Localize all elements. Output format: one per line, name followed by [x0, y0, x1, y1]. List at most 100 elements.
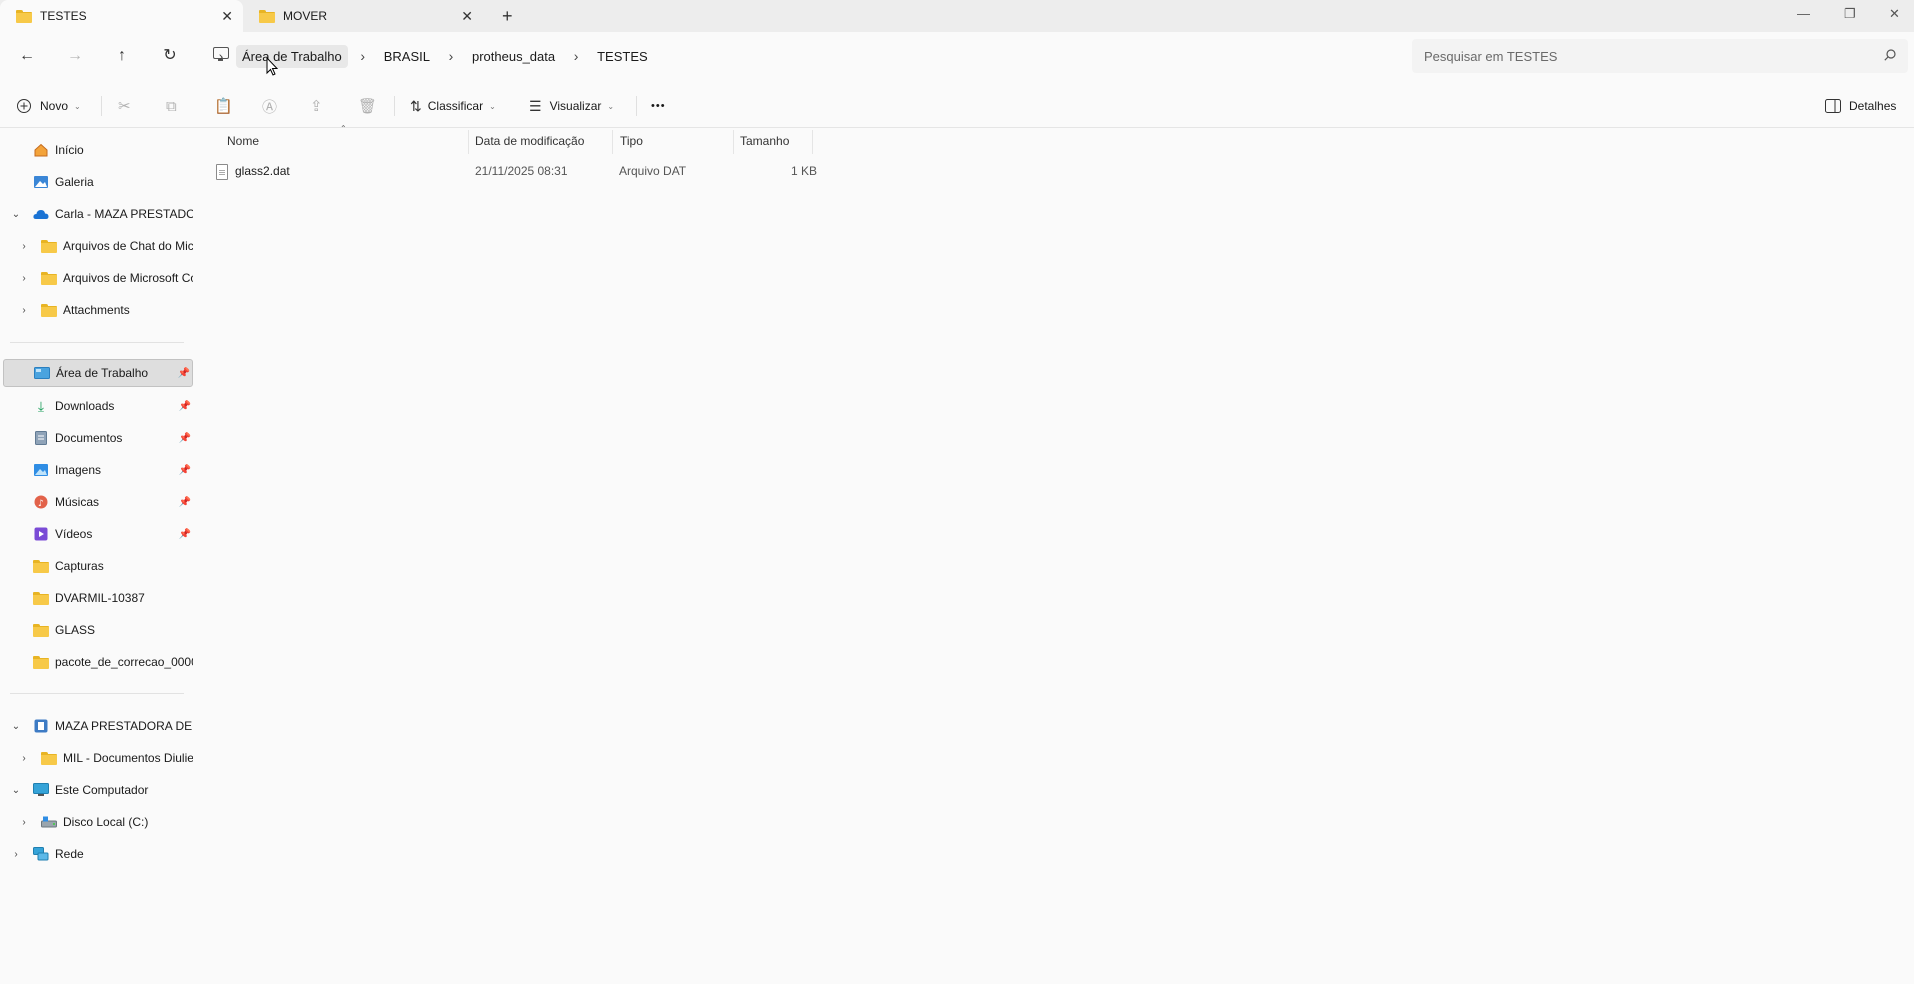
sidebar-item-dvarmil[interactable]: DVARMIL-10387 [0, 584, 193, 612]
chevron-down-icon: ⌄ [607, 101, 615, 111]
column-header-name[interactable]: Nome [212, 128, 468, 154]
chevron-right-icon[interactable]: › [18, 241, 30, 252]
sidebar-item-label: Arquivos de Microsoft Co [63, 271, 193, 285]
folder-icon [33, 623, 49, 637]
chevron-down-icon[interactable]: ⌄ [10, 721, 22, 732]
search-input[interactable] [1424, 48, 1864, 64]
new-tab-button[interactable]: + [502, 6, 513, 27]
column-divider[interactable] [812, 130, 813, 154]
back-button[interactable]: ← [15, 44, 39, 68]
divider [394, 96, 395, 116]
sidebar-item-label: Área de Trabalho [56, 366, 149, 380]
close-tab-icon[interactable]: ✕ [461, 8, 473, 25]
folder-icon [16, 10, 32, 23]
up-button[interactable]: ↑ [110, 44, 134, 68]
view-button[interactable]: ☰ Visualizar ⌄ [529, 94, 614, 118]
close-window-icon[interactable]: ✕ [1889, 6, 1900, 22]
sidebar-item-onedrive[interactable]: ⌄ Carla - MAZA PRESTADOR [0, 200, 193, 228]
chevron-right-icon[interactable]: › [442, 48, 460, 64]
tab-testes[interactable]: TESTES ✕ [0, 0, 243, 32]
chevron-right-icon[interactable]: › [18, 305, 30, 316]
file-row[interactable]: glass2.dat 21/11/2025 08:31 Arquivo DAT … [212, 158, 817, 184]
sidebar-item-este-computador[interactable]: ⌄ Este Computador [0, 776, 193, 804]
chevron-right-icon[interactable]: › [10, 849, 22, 860]
details-button[interactable]: Detalhes [1825, 94, 1896, 118]
tab-mover[interactable]: MOVER ✕ [243, 0, 483, 32]
sidebar-item-folder[interactable]: › Arquivos de Chat do Mic [0, 232, 193, 260]
add-circle-icon [17, 99, 31, 113]
folder-icon [41, 271, 57, 285]
sidebar-item-disco-local[interactable]: › Disco Local (C:) [0, 808, 193, 836]
minimize-icon[interactable]: — [1797, 6, 1810, 21]
forward-button[interactable]: → [63, 44, 87, 68]
refresh-button[interactable]: ↻ [158, 44, 182, 68]
sidebar-item-glass[interactable]: GLASS [0, 616, 193, 644]
videos-icon [33, 527, 49, 541]
chevron-down-icon[interactable]: ⌄ [10, 785, 22, 796]
pin-icon[interactable]: 📌 [178, 368, 190, 379]
share-icon[interactable]: ⇪ [310, 94, 330, 118]
sidebar-item-desktop[interactable]: Área de Trabalho 📌 [3, 359, 193, 387]
sidebar-item-imagens[interactable]: Imagens 📌 [0, 456, 193, 484]
close-tab-icon[interactable]: ✕ [221, 8, 233, 25]
sidebar-item-label: Galeria [55, 175, 94, 189]
sidebar-item-musicas[interactable]: ♪ Músicas 📌 [0, 488, 193, 516]
column-header-type[interactable]: Tipo [613, 128, 733, 154]
rename-icon[interactable]: Ⓐ [262, 94, 282, 118]
sidebar-divider [10, 342, 184, 343]
sidebar-item-label: Capturas [55, 559, 104, 573]
chevron-down-icon[interactable]: ⌄ [10, 209, 22, 220]
sort-button[interactable]: ⇅ Classificar ⌄ [410, 94, 496, 118]
navigation-pane: Início Galeria ⌄ Carla - MAZA PRESTADOR … [0, 128, 196, 984]
sidebar-item-pacote[interactable]: pacote_de_correcao_00000 [0, 648, 193, 676]
pin-icon[interactable]: 📌 [179, 401, 191, 412]
sidebar-item-label: Vídeos [55, 527, 93, 541]
pictures-icon [33, 463, 49, 477]
cut-icon[interactable]: ✂ [118, 94, 138, 118]
chevron-right-icon[interactable]: › [18, 817, 30, 828]
computer-icon [33, 783, 49, 797]
sidebar-item-sharepoint[interactable]: ⌄ MAZA PRESTADORA DE SE [0, 712, 193, 740]
sidebar-item-inicio[interactable]: Início [0, 136, 193, 164]
more-options-button[interactable]: ••• [651, 94, 666, 118]
sidebar-item-galeria[interactable]: Galeria [0, 168, 193, 196]
chevron-right-icon[interactable]: › [354, 48, 372, 64]
copy-icon[interactable]: ⧉ [166, 94, 186, 118]
sidebar-item-capturas[interactable]: Capturas [0, 552, 193, 580]
sidebar-item-rede[interactable]: › Rede [0, 840, 193, 868]
breadcrumb-item[interactable]: BRASIL [378, 45, 436, 68]
sidebar-item-folder[interactable]: › MIL - Documentos Diulie [0, 744, 193, 772]
sidebar-item-folder[interactable]: › Arquivos de Microsoft Co [0, 264, 193, 292]
new-button[interactable]: Novo ⌄ [16, 94, 81, 118]
pin-icon[interactable]: 📌 [179, 433, 191, 444]
sort-icon: ⇅ [410, 97, 422, 114]
restore-icon[interactable]: ❐ [1844, 6, 1856, 22]
chevron-down-icon: ⌄ [74, 101, 81, 111]
sidebar-item-label: MIL - Documentos Diulie [63, 751, 193, 765]
gallery-icon [33, 175, 49, 189]
folder-icon [33, 655, 49, 669]
sidebar-item-downloads[interactable]: ⤓ Downloads 📌 [0, 392, 193, 420]
chevron-right-icon[interactable]: › [18, 753, 30, 764]
chevron-right-icon[interactable]: › [18, 273, 30, 284]
search-icon[interactable] [1884, 49, 1896, 61]
chevron-right-icon[interactable]: › [567, 48, 585, 64]
pin-icon[interactable]: 📌 [179, 465, 191, 476]
column-header-size[interactable]: Tamanho [734, 128, 824, 154]
chevron-down-icon: ⌄ [489, 101, 496, 111]
pin-icon[interactable]: 📌 [179, 529, 191, 540]
delete-icon[interactable]: 🗑 [358, 94, 378, 118]
breadcrumb-item[interactable]: Área de Trabalho [236, 44, 348, 68]
folder-icon [33, 591, 49, 605]
sidebar-item-label: Rede [55, 847, 84, 861]
sidebar-item-videos[interactable]: Vídeos 📌 [0, 520, 193, 548]
file-modified: 21/11/2025 08:31 [475, 164, 568, 178]
paste-icon[interactable]: 📋 [214, 94, 234, 118]
breadcrumb-item[interactable]: TESTES [591, 45, 654, 68]
sidebar-item-documentos[interactable]: Documentos 📌 [0, 424, 193, 452]
pin-icon[interactable]: 📌 [179, 497, 191, 508]
sidebar-item-folder[interactable]: › Attachments [0, 296, 193, 324]
breadcrumb-item[interactable]: protheus_data [466, 45, 561, 68]
chevron-right-icon[interactable]: › [212, 48, 230, 64]
column-header-modified[interactable]: Data de modificação [469, 128, 612, 154]
